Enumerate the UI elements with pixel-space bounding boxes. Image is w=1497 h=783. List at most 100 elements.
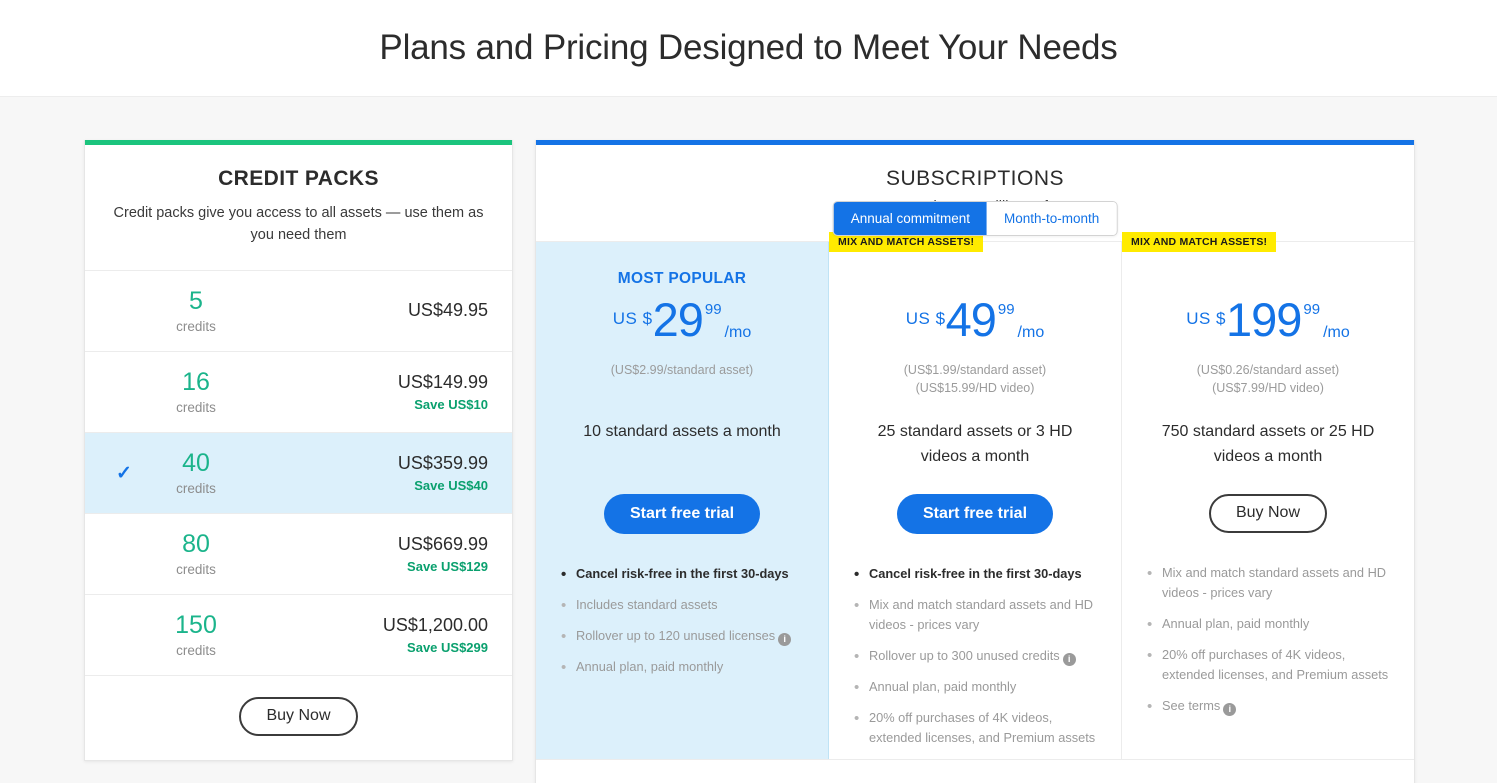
subscription-plan-column: MOST POPULAR US $29 99/mo (US$2.99/standard… [536,242,829,759]
credit-packs-header: CREDIT PACKS Credit packs give you acces… [85,145,512,272]
credit-pack-price-group: US$1,200.00 Save US$299 [383,615,488,655]
plan-feature-list: Cancel risk-free in the first 30-days Inc… [554,563,810,679]
info-icon[interactable]: i [1223,702,1237,716]
credit-pack-row[interactable]: ✓ 40 credits US$359.99 Save US$40 [85,433,512,515]
credit-pack-price-group: US$359.99 Save US$40 [398,453,488,493]
plan-currency: US $ [612,309,653,328]
credit-pack-count-label: credits [176,480,216,496]
plan-price-block: US $49 99/mo [847,293,1103,354]
plan-price-amount: 49 [945,293,997,346]
credit-pack-count-label: credits [176,642,216,658]
subscriptions-title: SUBSCRIPTIONS [885,167,1065,190]
plan-feature-item: Annual plan, paid monthly [560,656,806,679]
subscription-plan-column: MIX AND MATCH ASSETS! US $199 99/mo (US$0.2… [1122,232,1414,759]
credit-packs-footer: Buy Now [85,676,512,761]
page-header: Plans and Pricing Designed to Meet Your … [0,0,1497,97]
credit-pack-price-group: US$149.99 Save US$10 [398,372,488,412]
plan-price-period: /mo [1017,323,1045,341]
plan-description: 25 standard assets or 3 HD videos a mont… [877,423,1073,465]
subscriptions-footer-note: Standard assets include (high-res) photo… [536,758,1414,783]
page-title: Plans and Pricing Designed to Meet Your … [379,28,1118,67]
plan-unit-price: (US$2.99/standard asset) [610,363,754,377]
plan-feature-item: 20% off purchases of 4K videos, extended… [853,707,1099,748]
plan-feature-item: Annual plan, paid monthly [853,676,1099,699]
subscriptions-card: SUBSCRIPTIONS Get great prices on millio… [535,140,1415,783]
plan-price-period: /mo [1323,323,1350,341]
credit-pack-amount: 80 credits [141,531,251,577]
credit-pack-amount: 150 credits [141,611,251,658]
credit-pack-price: US$149.99 [397,372,488,393]
plan-cta-wrapper: Start free trial [847,494,1103,534]
mix-and-match-ribbon: MIX AND MATCH ASSETS! [1122,232,1277,252]
plan-unit-prices: (US$0.26/standard asset) (US$7.99/HD vide… [1140,362,1396,398]
credit-pack-count-label: credits [176,399,216,415]
plan-price-period: /mo [724,323,752,341]
plan-feature-text: 20% off purchases of 4K videos, extended… [1162,646,1389,682]
most-popular-badge: MOST POPULAR [617,270,747,287]
credit-pack-amount: 5 credits [141,287,251,334]
credit-packs-list: ✓5creditsUS$49.95✓16creditsUS$149.99Save… [85,271,512,677]
credit-pack-savings: Save US$10 [414,396,488,412]
credit-pack-price-group: US$49.95 [408,300,488,322]
plan-feature-item: Mix and match standard assets and HD vid… [1146,562,1392,603]
credit-packs-card: CREDIT PACKS Credit packs give you acces… [84,140,513,762]
credit-pack-count: 16 [182,368,210,397]
plan-unit-prices: (US$2.99/standard asset) [554,362,810,398]
credit-pack-price-group: US$669.99 Save US$129 [398,534,488,574]
plan-feature-text: Cancel risk-free in the first 30-days [869,566,1082,581]
plan-price-amount: 29 [652,293,704,346]
billing-toggle-option[interactable]: Annual commitment [833,202,988,235]
plan-feature-item: Mix and match standard assets and HD vid… [853,594,1099,635]
billing-toggle-option[interactable]: Month-to-month [987,202,1117,235]
credit-packs-buy-now-button[interactable]: Buy Now [239,697,358,737]
plan-feature-text: See terms [1162,697,1221,713]
plan-price-block: US $29 99/mo [554,293,810,354]
plan-price-cents: 99 [704,301,722,318]
buy-now-button[interactable]: Buy Now [1208,494,1328,533]
plan-feature-item: 20% off purchases of 4K videos, extended… [1146,644,1392,685]
start-free-trial-button[interactable]: Start free trial [896,494,1054,534]
plan-price-block: US $199 99/mo [1140,296,1396,354]
plan-unit-price: (US$1.99/standard asset) [903,363,1047,377]
plan-unit-prices: (US$1.99/standard asset) (US$15.99/HD vid… [847,362,1103,398]
credit-pack-amount: 40 credits [141,449,251,496]
credit-pack-savings: Save US$299 [407,639,488,655]
billing-period-toggle[interactable]: Annual commitment Month-to-month [832,201,1118,236]
plan-feature-item: Cancel risk-free in the first 30-days [560,563,806,586]
credit-pack-row[interactable]: ✓16creditsUS$149.99Save US$10 [85,352,512,434]
credit-pack-count: 5 [189,287,203,316]
plan-feature-item: Annual plan, paid monthly [1146,613,1392,636]
credit-pack-count-label: credits [176,561,216,577]
plan-price-cents: 99 [1303,301,1321,318]
plan-price-cents: 99 [997,301,1015,318]
plan-feature-text: Annual plan, paid monthly [869,678,1017,694]
credit-pack-count: 40 [182,449,210,478]
credit-pack-row[interactable]: ✓150creditsUS$1,200.00Save US$299 [85,595,512,677]
subscriptions-header: SUBSCRIPTIONS Get great prices on millio… [536,145,1414,241]
credit-pack-count: 150 [175,611,217,640]
plan-feature-text: Cancel risk-free in the first 30-days [576,566,789,581]
check-icon: ✓ [116,462,132,484]
credit-pack-row[interactable]: ✓80creditsUS$669.99Save US$129 [85,514,512,596]
plan-feature-item: Rollover up to 120 unused licensesi [560,625,806,648]
plan-feature-text: Annual plan, paid monthly [576,658,724,674]
plan-feature-item: Includes standard assets [560,594,806,617]
info-icon[interactable]: i [1062,652,1076,666]
plan-unit-price: (US$7.99/HD video) [1212,380,1324,395]
plan-feature-text: Rollover up to 300 unused credits [869,647,1060,663]
subscription-plans-grid: MOST POPULAR US $29 99/mo (US$2.99/standard… [536,232,1414,759]
plan-feature-text: Includes standard assets [576,596,718,612]
start-free-trial-button[interactable]: Start free trial [603,494,761,534]
credit-pack-price: US$49.95 [407,300,488,321]
credit-packs-title: CREDIT PACKS [218,167,379,190]
plan-feature-text: Rollover up to 120 unused licenses [576,627,776,643]
plan-currency: US $ [905,309,946,328]
plan-description: 750 standard assets or 25 HD videos a mo… [1161,423,1375,465]
plan-description: 10 standard assets a month [583,423,781,440]
plan-feature-text: Mix and match standard assets and HD vid… [1162,565,1387,600]
credit-pack-price: US$1,200.00 [382,615,488,636]
credit-pack-row[interactable]: ✓5creditsUS$49.95 [85,271,512,353]
info-icon[interactable]: i [778,632,792,646]
plan-feature-list: Mix and match standard assets and HD vid… [1140,562,1396,718]
pricing-stage: CREDIT PACKS Credit packs give you acces… [0,97,1497,783]
